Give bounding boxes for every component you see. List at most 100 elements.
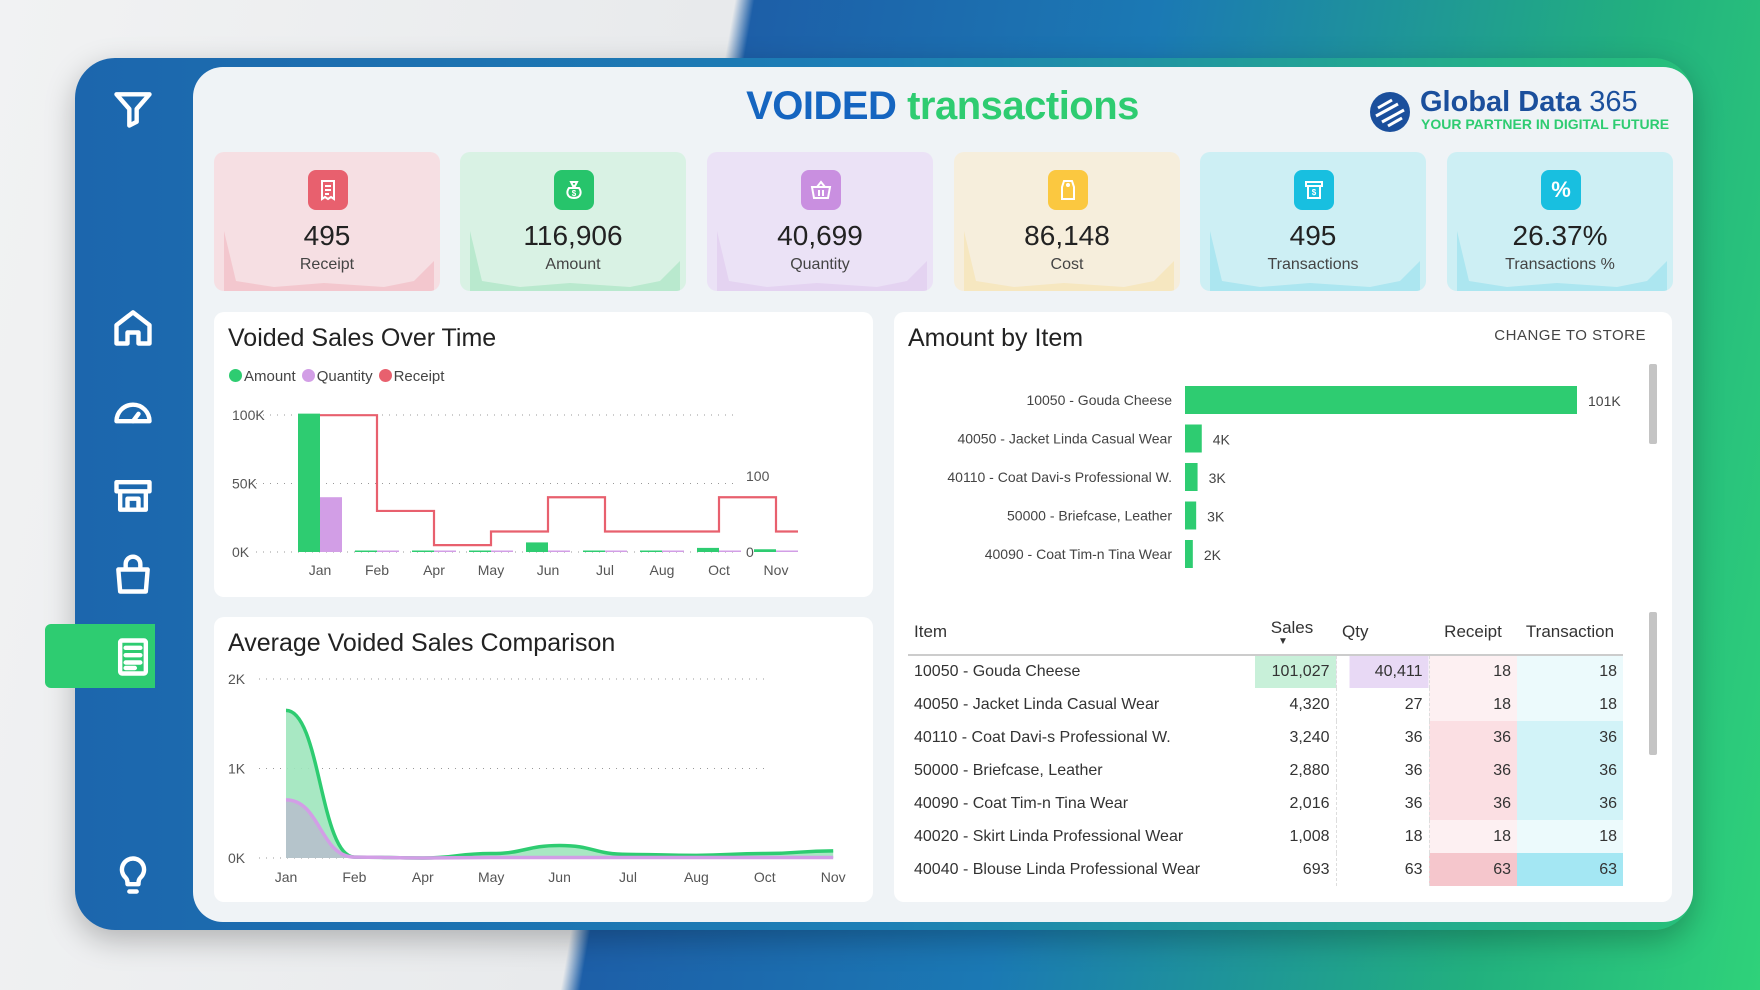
price-tag-icon (1048, 170, 1088, 210)
x-tick-label: May (478, 869, 504, 885)
cell-qty: 40,411 (1336, 655, 1430, 688)
bar-quantity (776, 550, 798, 552)
x-tick-label: Jan (275, 869, 298, 885)
y2-tick-label: 100 (746, 468, 770, 484)
speedometer-icon[interactable] (108, 387, 158, 437)
bar-value-label: 2K (1204, 547, 1222, 563)
cell-item: 40040 - Blouse Linda Professional Wear (914, 860, 1201, 878)
x-tick-label: Jan (309, 562, 332, 578)
x-tick-label: May (478, 562, 504, 578)
cell-receipt: 18 (1429, 655, 1517, 688)
x-tick-label: Aug (684, 869, 709, 885)
filter-icon[interactable] (108, 84, 158, 134)
table-scrollbar[interactable] (1649, 612, 1657, 755)
amount-by-item-chart: 10050 - Gouda Cheese 101K 40050 - Jacket L… (947, 386, 1621, 568)
kpi-card-cost[interactable]: 86,148 Cost (954, 152, 1180, 291)
y2-tick-label: 0 (746, 544, 754, 560)
x-tick-label: Apr (412, 869, 434, 885)
cell-qty: 18 (1336, 820, 1430, 853)
cell-sales: 1,008 (1248, 820, 1337, 853)
items-table: Item Sales ▼ Qty Receipt Transaction 10050 - G… (908, 610, 1623, 886)
table-row[interactable]: 40110 - Coat Davi-s Professional W. 3,240… (908, 721, 1623, 754)
cell-qty: 63 (1336, 853, 1430, 886)
average-voided-sales-chart: 2K 1K 0K Jan Feb Apr May Jun Jul Aug Oct Nov (228, 671, 846, 885)
y-tick-label: 50K (232, 476, 258, 492)
kpi-label: Amount (545, 256, 601, 273)
cell-receipt: 36 (1429, 754, 1517, 787)
kpi-label: Cost (1050, 256, 1084, 273)
cell-item: 40020 - Skirt Linda Professional Wear (914, 827, 1184, 845)
kpi-card-transactions[interactable]: % 26.37% Transactions % (1447, 152, 1673, 291)
bar-quantity (605, 550, 627, 552)
cell-transaction: 36 (1517, 721, 1623, 754)
logo-name: Global Data 365 (1420, 86, 1638, 118)
cell-transaction: 18 (1517, 688, 1623, 721)
sort-desc-icon: ▼ (1278, 636, 1288, 647)
table-row[interactable]: 10050 - Gouda Cheese 101,027 40,411 18 18 (908, 655, 1623, 688)
bar-quantity (662, 550, 684, 552)
table-row[interactable]: 40050 - Jacket Linda Casual Wear 4,320 27 1… (908, 688, 1623, 721)
kpi-value: 495 (303, 220, 351, 251)
series-line (285, 708, 834, 860)
table-row[interactable]: 40020 - Skirt Linda Professional Wear 1,0… (908, 820, 1623, 853)
cell-item: 10050 - Gouda Cheese (914, 663, 1081, 680)
bar-amount (355, 550, 377, 552)
cell-transaction: 63 (1517, 853, 1623, 886)
bar-label: 40050 - Jacket Linda Casual Wear (957, 431, 1172, 447)
bar-value-label: 101K (1588, 393, 1621, 409)
lightbulb-icon[interactable] (108, 850, 158, 900)
cell-item: 40050 - Jacket Linda Casual Wear (914, 695, 1160, 713)
cell-transaction: 36 (1517, 787, 1623, 820)
kpi-card-receipt[interactable]: 495 Receipt (214, 152, 440, 291)
cell-sales: 3,240 (1248, 721, 1337, 754)
table-row[interactable]: 40090 - Coat Tim-n Tina Wear 2,016 36 36 36 (908, 787, 1623, 820)
kpi-value: 26.37% (1512, 220, 1608, 251)
average-voided-sales-card: Average Voided Sales Comparison 2K 1K 0K Ja… (214, 617, 873, 902)
kpi-card-transactions[interactable]: $ 495 Transactions (1200, 152, 1426, 291)
column-header-receipt[interactable]: Receipt (1429, 610, 1517, 656)
kpi-card-quantity[interactable]: 40,699 Quantity (707, 152, 933, 291)
cell-qty: 27 (1336, 688, 1430, 721)
bar-quantity (491, 550, 513, 552)
column-header-qty[interactable]: Qty (1336, 610, 1429, 656)
x-tick-label: Feb (365, 562, 389, 578)
x-tick-label: Jun (537, 562, 560, 578)
column-header-item[interactable]: Item (908, 610, 1248, 656)
kpi-label: Transactions % (1505, 256, 1615, 273)
column-header-transaction[interactable]: Transaction (1517, 610, 1623, 656)
cell-receipt: 18 (1429, 688, 1517, 721)
cell-transaction: 18 (1517, 820, 1623, 853)
bar-quantity (320, 497, 342, 552)
shopping-bag-icon[interactable] (108, 550, 158, 600)
kpi-value: 495 (1289, 220, 1337, 251)
kpi-label: Receipt (299, 256, 355, 273)
x-tick-label: Jun (548, 869, 571, 885)
column-header-sales[interactable]: Sales ▼ (1248, 610, 1336, 656)
logo-tagline: YOUR PARTNER IN DIGITAL FUTURE (1421, 116, 1670, 132)
report-icon[interactable] (108, 632, 158, 682)
y-tick-label: 0K (232, 544, 250, 560)
cell-item: 50000 - Briefcase, Leather (914, 761, 1103, 779)
bar-quantity (434, 550, 456, 552)
svg-text:$: $ (1312, 188, 1317, 197)
kpi-label: Transactions (1267, 256, 1359, 273)
kpi-value: 86,148 (1024, 220, 1110, 251)
table-row[interactable]: 40040 - Blouse Linda Professional Wear 69… (908, 853, 1623, 886)
cell-transaction: 18 (1517, 655, 1623, 688)
kpi-card-amount[interactable]: $ 116,906 Amount (460, 152, 686, 291)
bar-quantity (548, 550, 570, 552)
table-row[interactable]: 50000 - Briefcase, Leather 2,880 36 36 36 (908, 754, 1623, 787)
cell-receipt: 18 (1429, 820, 1517, 853)
bar-amount (697, 547, 719, 552)
store-icon[interactable] (108, 470, 158, 520)
bar-chart-scrollbar[interactable] (1649, 364, 1657, 444)
globe-logo-icon (1370, 92, 1410, 132)
voided-sales-over-time-card: Voided Sales Over Time Amount Quantity R… (214, 312, 873, 597)
svg-text:$: $ (572, 189, 577, 198)
x-tick-label: Aug (650, 562, 675, 578)
home-icon[interactable] (108, 302, 158, 352)
cell-item: 40090 - Coat Tim-n Tina Wear (914, 794, 1129, 812)
title-rest: transactions (907, 84, 1139, 128)
y-tick-label: 1K (228, 761, 246, 777)
cell-qty: 36 (1336, 787, 1430, 820)
